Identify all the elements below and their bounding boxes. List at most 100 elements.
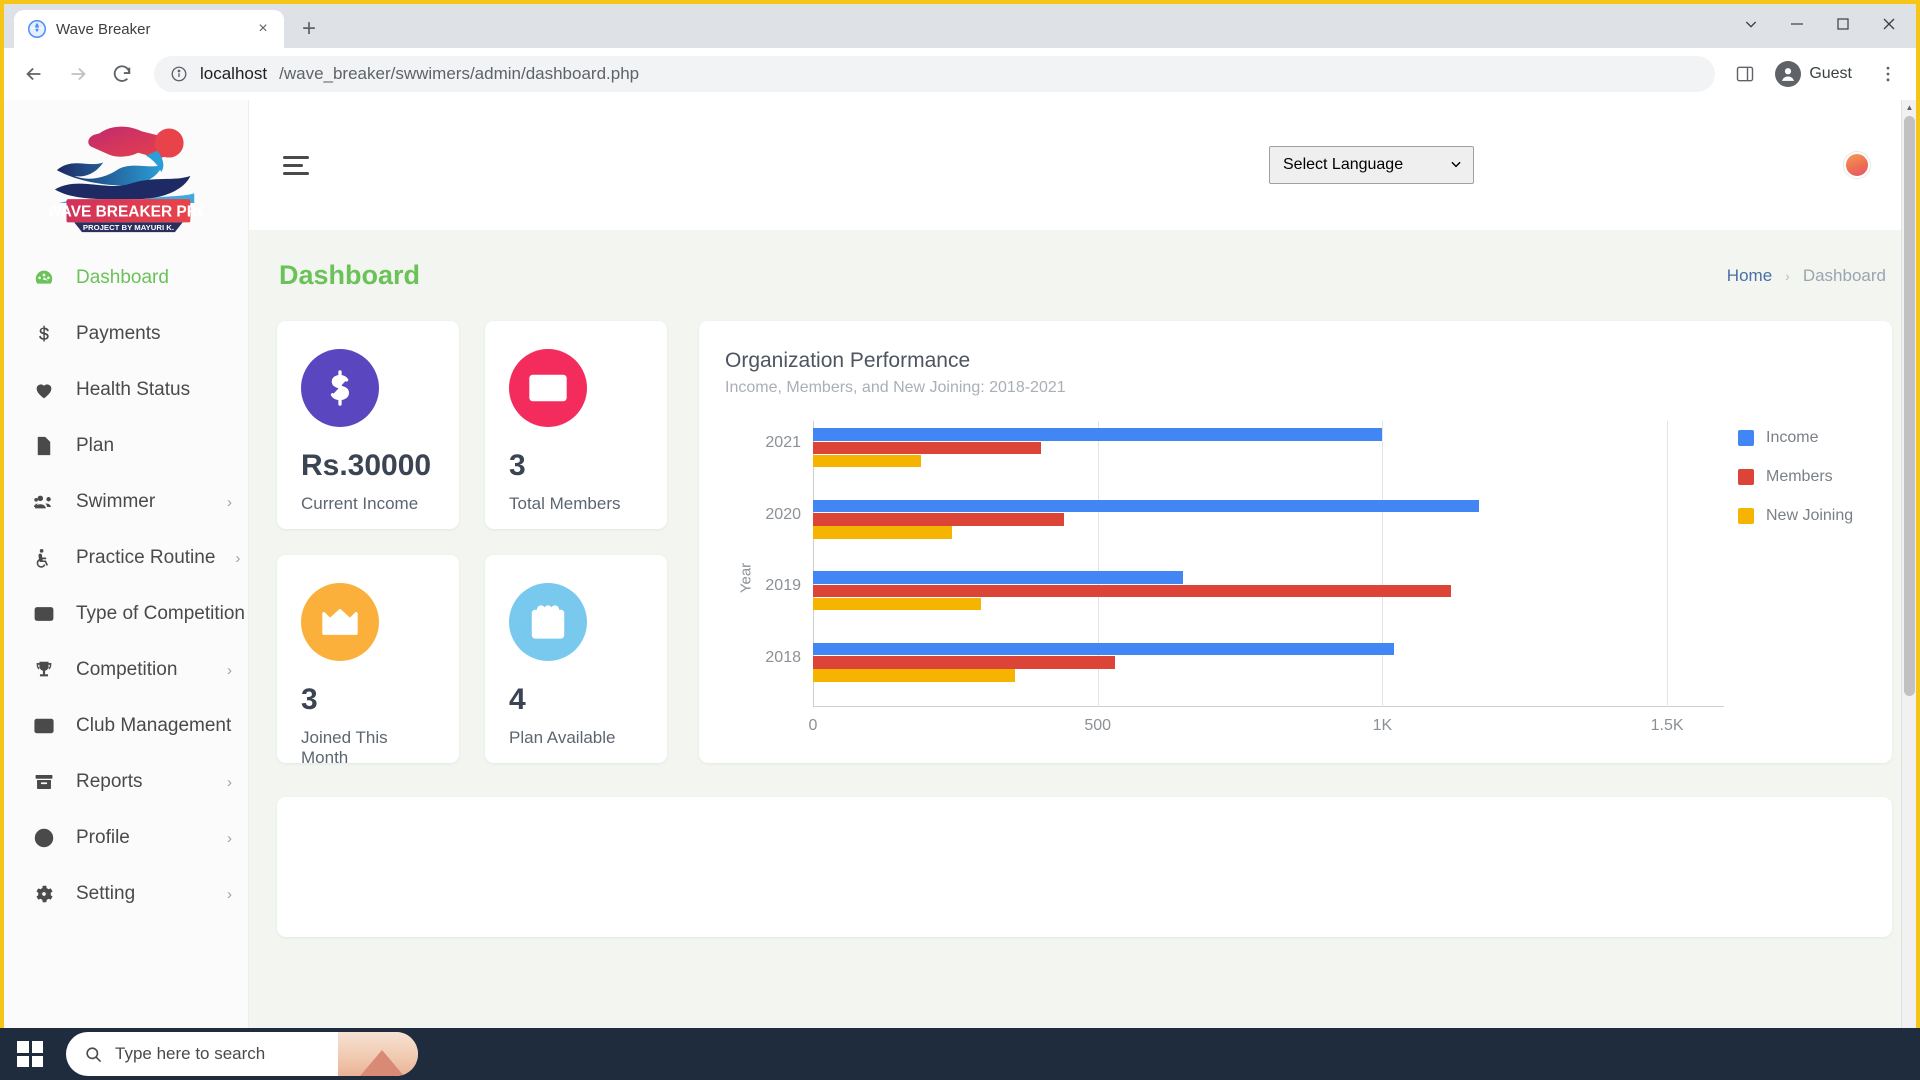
wave-breaker-logo-icon: WAVE BREAKER PRO PROJECT BY MAYURI K.	[49, 126, 204, 232]
maximize-button[interactable]	[1820, 6, 1866, 42]
chart-title: Organization Performance	[725, 349, 971, 372]
dashboard-row: Rs.30000 Current Income 3 Total Members …	[277, 321, 1892, 767]
id-card-icon	[32, 714, 56, 738]
chevron-down-icon[interactable]	[1728, 6, 1774, 42]
chart-legend: Income Members New Joining	[1730, 413, 1862, 743]
stat-card-grid: Rs.30000 Current Income 3 Total Members …	[277, 321, 667, 767]
sidebar-item-practice-routine[interactable]: Practice Routine ›	[4, 530, 248, 586]
close-tab-icon[interactable]: ×	[252, 18, 274, 40]
breadcrumb-home-link[interactable]: Home	[1727, 266, 1772, 286]
chevron-right-icon: ›	[227, 773, 232, 791]
site-info-icon[interactable]	[170, 65, 188, 83]
user-avatar[interactable]	[1844, 152, 1870, 178]
stat-value: Rs.30000	[301, 449, 432, 482]
taskbar-search-placeholder: Type here to search	[115, 1044, 266, 1063]
sidebar-item-club-management[interactable]: Club Management ›	[4, 698, 248, 754]
side-panel-icon[interactable]	[1727, 56, 1763, 92]
back-button[interactable]	[14, 54, 54, 94]
sidebar-item-label: Setting	[76, 883, 136, 904]
minimize-button[interactable]	[1774, 6, 1820, 42]
stat-value: 3	[301, 683, 318, 716]
hamburger-icon[interactable]	[283, 155, 313, 175]
archive-box-icon	[32, 770, 56, 794]
browser-tab[interactable]: Wave Breaker ×	[14, 10, 284, 48]
profile-label: Guest	[1809, 65, 1852, 82]
chart-y-tick-label: 2019	[765, 577, 801, 595]
language-select[interactable]: Select Language	[1269, 146, 1474, 184]
stat-value: 4	[509, 683, 526, 716]
file-lines-icon	[32, 434, 56, 458]
secondary-panel	[277, 797, 1892, 937]
svg-text:PROJECT BY MAYURI K.: PROJECT BY MAYURI K.	[82, 223, 173, 232]
sidebar-item-reports[interactable]: Reports ›	[4, 754, 248, 810]
sidebar-item-plan[interactable]: Plan	[4, 418, 248, 474]
sidebar-item-payments[interactable]: Payments	[4, 306, 248, 362]
breadcrumb: Home › Dashboard	[1727, 266, 1886, 286]
chart-x-tick-label: 1K	[1372, 717, 1393, 734]
chart-bar[interactable]	[813, 454, 922, 468]
stat-label: Current Income	[301, 494, 419, 513]
sidebar-item-label: Health Status	[76, 379, 191, 400]
sidebar-item-dashboard[interactable]: Dashboard	[4, 250, 248, 306]
chevron-right-icon: ›	[227, 829, 232, 847]
page-scrollbar[interactable]: ▲ ▼	[1901, 100, 1916, 1076]
chart-grid-area: 0 500 1K 1.5K	[809, 421, 1724, 734]
close-window-button[interactable]	[1866, 6, 1912, 42]
browser-window: Wave Breaker × + localhost /wave_breaker…	[0, 0, 1920, 1080]
stat-card-total-members[interactable]: 3 Total Members	[485, 321, 667, 529]
sidebar-item-profile[interactable]: Profile ›	[4, 810, 248, 866]
chart-bar[interactable]	[813, 441, 1041, 455]
chart-bar[interactable]	[813, 642, 1394, 656]
brand-logo[interactable]: WAVE BREAKER PRO PROJECT BY MAYURI K.	[4, 108, 248, 244]
start-button[interactable]	[0, 1028, 60, 1080]
scrollbar-thumb[interactable]	[1904, 116, 1915, 696]
chart-bar[interactable]	[813, 669, 1016, 682]
search-icon	[86, 1046, 102, 1062]
reload-button[interactable]	[102, 54, 142, 94]
chart-plot-area: Year 2021 2020 2019 2018 0 500 1K 1.5K	[725, 413, 1730, 743]
chart-bar[interactable]	[813, 597, 981, 611]
new-tab-button[interactable]: +	[292, 12, 326, 46]
id-card-icon	[509, 349, 587, 427]
chart-bar[interactable]	[813, 513, 1064, 526]
stat-card-joined-this-month[interactable]: 3 Joined This Month	[277, 555, 459, 767]
taskbar-search-input[interactable]: Type here to search	[66, 1032, 418, 1076]
chart-legend-item[interactable]: New Joining	[1738, 507, 1862, 525]
scroll-up-arrow-icon[interactable]: ▲	[1902, 100, 1916, 115]
sidebar-item-type-of-competition[interactable]: Type of Competition ›	[4, 586, 248, 642]
chart-legend-item[interactable]: Members	[1738, 468, 1862, 486]
sidebar-item-label: Swimmer	[76, 491, 156, 512]
address-bar-host: localhost	[200, 64, 268, 83]
chart-legend-item[interactable]: Income	[1738, 429, 1862, 447]
chart-legend-swatch	[1738, 430, 1754, 446]
chart-gridline	[1382, 421, 1384, 707]
sidebar-item-setting[interactable]: Setting ›	[4, 866, 248, 922]
stat-card-current-income[interactable]: Rs.30000 Current Income	[277, 321, 459, 529]
users-group-icon	[32, 490, 56, 514]
chart-y-tick-label: 2020	[765, 505, 801, 523]
chart-bar[interactable]	[813, 584, 1451, 598]
chart-bar[interactable]	[813, 656, 1115, 669]
taskbar-search-decoration-icon	[338, 1032, 418, 1076]
chart-bar[interactable]	[813, 499, 1480, 513]
forward-button[interactable]	[58, 54, 98, 94]
chart-subtitle: Income, Members, and New Joining: 2018-2…	[725, 379, 1066, 396]
chart-bar[interactable]	[813, 526, 953, 539]
chart-bar[interactable]	[813, 428, 1383, 441]
organization-performance-chart-card: Organization Performance Income, Members…	[699, 321, 1892, 763]
wheelchair-icon	[32, 546, 56, 570]
calendar-icon	[509, 583, 587, 661]
chart-bar[interactable]	[813, 571, 1184, 584]
credit-card-icon	[32, 602, 56, 626]
sidebar-item-health-status[interactable]: Health Status	[4, 362, 248, 418]
gear-icon	[32, 882, 56, 906]
page-header: Dashboard Home › Dashboard	[277, 230, 1892, 321]
stat-card-plan-available[interactable]: 4 Plan Available	[485, 555, 667, 763]
sidebar-item-competition[interactable]: Competition ›	[4, 642, 248, 698]
sidebar-item-label: Competition	[76, 659, 178, 680]
profile-button[interactable]: Guest	[1769, 57, 1864, 91]
address-bar[interactable]: localhost/wave_breaker/swwimers/admin/da…	[154, 56, 1716, 92]
sidebar-item-swimmer[interactable]: Swimmer ›	[4, 474, 248, 530]
chart-legend-label: Members	[1766, 468, 1833, 485]
browser-menu-icon[interactable]	[1870, 56, 1906, 92]
